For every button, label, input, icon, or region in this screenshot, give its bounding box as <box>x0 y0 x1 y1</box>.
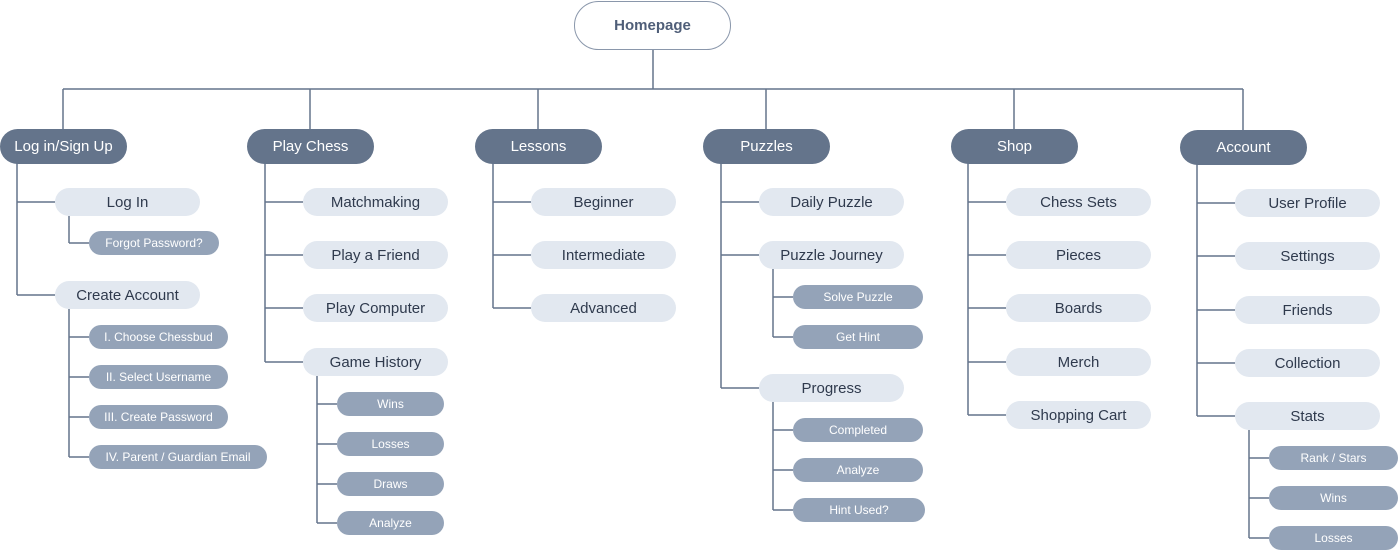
node-daily-puzzle: Daily Puzzle <box>759 188 904 216</box>
node-losses: Losses <box>337 432 444 456</box>
node-settings: Settings <box>1235 242 1380 270</box>
node-pieces: Pieces <box>1006 241 1151 269</box>
node-advanced: Advanced <box>531 294 676 322</box>
node-game-history: Game History <box>303 348 448 376</box>
node-iv-parent-guardian-email: IV. Parent / Guardian Email <box>89 445 267 469</box>
node-puzzle-journey: Puzzle Journey <box>759 241 904 269</box>
node-forgot-password: Forgot Password? <box>89 231 219 255</box>
node-solve-puzzle: Solve Puzzle <box>793 285 923 309</box>
node-analyze: Analyze <box>793 458 923 482</box>
node-intermediate: Intermediate <box>531 241 676 269</box>
node-play-computer: Play Computer <box>303 294 448 322</box>
node-beginner: Beginner <box>531 188 676 216</box>
node-homepage: Homepage <box>574 1 731 50</box>
node-create-account: Create Account <box>55 281 200 309</box>
node-progress: Progress <box>759 374 904 402</box>
node-play-chess: Play Chess <box>247 128 374 164</box>
node-shopping-cart: Shopping Cart <box>1006 401 1151 429</box>
node-log-in: Log In <box>55 188 200 216</box>
node-get-hint: Get Hint <box>793 325 923 349</box>
node-draws: Draws <box>337 472 444 496</box>
node-user-profile: User Profile <box>1235 189 1380 217</box>
node-completed: Completed <box>793 418 923 442</box>
node-matchmaking: Matchmaking <box>303 188 448 216</box>
node-rank-stars: Rank / Stars <box>1269 446 1398 470</box>
node-losses: Losses <box>1269 526 1398 550</box>
node-iii-create-password: III. Create Password <box>89 405 228 429</box>
node-puzzles: Puzzles <box>703 128 830 164</box>
node-stats: Stats <box>1235 402 1380 430</box>
sitemap-diagram: Homepage Log in/Sign Up Log In Forgot Pass… <box>0 0 1400 551</box>
node-ii-select-username: II. Select Username <box>89 365 228 389</box>
node-play-a-friend: Play a Friend <box>303 241 448 269</box>
node-wins: Wins <box>1269 486 1398 510</box>
node-log-in-sign-up: Log in/Sign Up <box>0 128 127 164</box>
node-collection: Collection <box>1235 349 1380 377</box>
node-friends: Friends <box>1235 296 1380 324</box>
node-shop: Shop <box>951 128 1078 164</box>
node-account: Account <box>1180 129 1307 165</box>
node-hint-used: Hint Used? <box>793 498 925 522</box>
node-boards: Boards <box>1006 294 1151 322</box>
node-analyze: Analyze <box>337 511 444 535</box>
node-merch: Merch <box>1006 348 1151 376</box>
node-wins: Wins <box>337 392 444 416</box>
node-i-choose-chessbud: I. Choose Chessbud <box>89 325 228 349</box>
node-chess-sets: Chess Sets <box>1006 188 1151 216</box>
node-lessons: Lessons <box>475 128 602 164</box>
